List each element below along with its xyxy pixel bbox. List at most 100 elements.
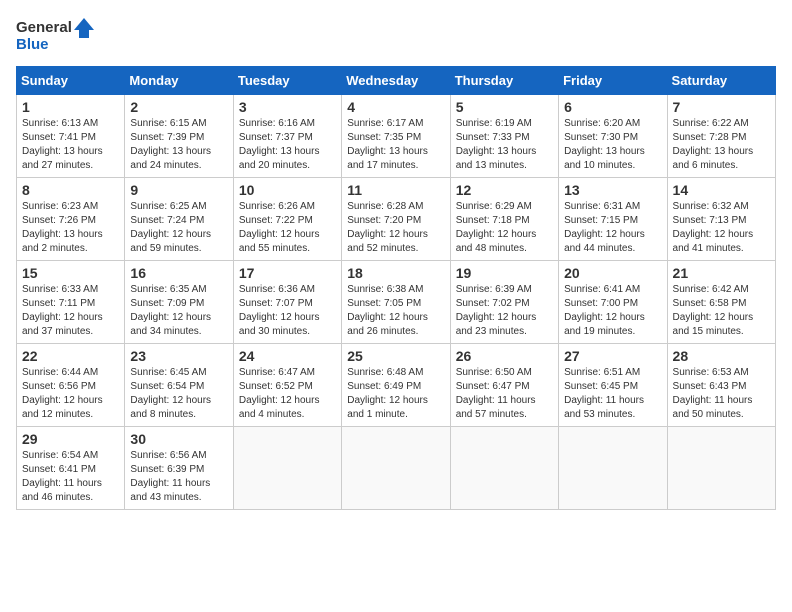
calendar-cell: 17Sunrise: 6:36 AMSunset: 7:07 PMDayligh… (233, 261, 341, 344)
day-number: 21 (673, 265, 770, 281)
calendar-cell: 4 Sunrise: 6:17 AMSunset: 7:35 PMDaylight… (342, 95, 450, 178)
day-info: Sunrise: 6:54 AMSunset: 6:41 PMDaylight:… (22, 449, 119, 505)
calendar-cell: 6 Sunrise: 6:20 AMSunset: 7:30 PMDaylight… (559, 95, 667, 178)
day-number: 4 (347, 99, 444, 115)
calendar-cell: 20Sunrise: 6:41 AMSunset: 7:00 PMDayligh… (559, 261, 667, 344)
svg-text:Blue: Blue (16, 36, 49, 53)
calendar-cell: 1 Sunrise: 6:13 AMSunset: 7:41 PMDaylight… (17, 95, 125, 178)
day-info: Sunrise: 6:47 AMSunset: 6:52 PMDaylight:… (239, 366, 336, 422)
day-info: Sunrise: 6:22 AMSunset: 7:28 PMDaylight:… (673, 117, 770, 173)
calendar-cell: 5 Sunrise: 6:19 AMSunset: 7:33 PMDaylight… (450, 95, 558, 178)
logo-icon: General Blue (16, 16, 96, 56)
day-number: 27 (564, 348, 661, 364)
day-number: 11 (347, 182, 444, 198)
calendar-cell: 26Sunrise: 6:50 AMSunset: 6:47 PMDayligh… (450, 344, 558, 427)
calendar-cell: 30 Sunrise: 6:56 AMSunset: 6:39 PMDayligh… (125, 427, 233, 510)
day-info: Sunrise: 6:50 AMSunset: 6:47 PMDaylight:… (456, 366, 553, 422)
calendar-cell: 29 Sunrise: 6:54 AMSunset: 6:41 PMDayligh… (17, 427, 125, 510)
day-number: 17 (239, 265, 336, 281)
day-info: Sunrise: 6:53 AMSunset: 6:43 PMDaylight:… (673, 366, 770, 422)
day-number: 28 (673, 348, 770, 364)
day-number: 1 (22, 99, 119, 115)
calendar-cell: 24 Sunrise: 6:47 AMSunset: 6:52 PMDayligh… (233, 344, 341, 427)
calendar-cell (559, 427, 667, 510)
day-info: Sunrise: 6:28 AMSunset: 7:20 PMDaylight:… (347, 200, 444, 256)
day-number: 6 (564, 99, 661, 115)
day-info: Sunrise: 6:17 AMSunset: 7:35 PMDaylight:… (347, 117, 444, 173)
calendar-cell: 3 Sunrise: 6:16 AMSunset: 7:37 PMDaylight… (233, 95, 341, 178)
calendar-cell: 14 Sunrise: 6:32 AMSunset: 7:13 PMDayligh… (667, 178, 775, 261)
calendar-cell: 9 Sunrise: 6:25 AMSunset: 7:24 PMDaylight… (125, 178, 233, 261)
day-number: 19 (456, 265, 553, 281)
day-number: 23 (130, 348, 227, 364)
calendar-cell: 21 Sunrise: 6:42 AMSunset: 6:58 PMDayligh… (667, 261, 775, 344)
day-number: 14 (673, 182, 770, 198)
logo: General Blue (16, 16, 96, 56)
day-info: Sunrise: 6:23 AMSunset: 7:26 PMDaylight:… (22, 200, 119, 256)
calendar-cell (233, 427, 341, 510)
day-info: Sunrise: 6:51 AMSunset: 6:45 PMDaylight:… (564, 366, 661, 422)
day-info: Sunrise: 6:48 AMSunset: 6:49 PMDaylight:… (347, 366, 444, 422)
day-number: 25 (347, 348, 444, 364)
page-header: General Blue (16, 16, 776, 56)
calendar-cell: 13 Sunrise: 6:31 AMSunset: 7:15 PMDayligh… (559, 178, 667, 261)
weekday-header: Thursday (450, 67, 558, 95)
day-number: 5 (456, 99, 553, 115)
day-info: Sunrise: 6:15 AMSunset: 7:39 PMDaylight:… (130, 117, 227, 173)
weekday-header: Saturday (667, 67, 775, 95)
day-info: Sunrise: 6:16 AMSunset: 7:37 PMDaylight:… (239, 117, 336, 173)
calendar-cell: 22 Sunrise: 6:44 AMSunset: 6:56 PMDayligh… (17, 344, 125, 427)
day-info: Sunrise: 6:35 AMSunset: 7:09 PMDaylight:… (130, 283, 227, 339)
day-number: 18 (347, 265, 444, 281)
day-info: Sunrise: 6:31 AMSunset: 7:15 PMDaylight:… (564, 200, 661, 256)
calendar-cell: 19 Sunrise: 6:39 AMSunset: 7:02 PMDayligh… (450, 261, 558, 344)
calendar-cell: 15Sunrise: 6:33 AMSunset: 7:11 PMDayligh… (17, 261, 125, 344)
calendar-table: SundayMondayTuesdayWednesdayThursdayFrid… (16, 66, 776, 510)
weekday-header: Friday (559, 67, 667, 95)
day-info: Sunrise: 6:44 AMSunset: 6:56 PMDaylight:… (22, 366, 119, 422)
day-info: Sunrise: 6:19 AMSunset: 7:33 PMDaylight:… (456, 117, 553, 173)
day-number: 13 (564, 182, 661, 198)
calendar-cell: 11 Sunrise: 6:28 AMSunset: 7:20 PMDayligh… (342, 178, 450, 261)
day-info: Sunrise: 6:26 AMSunset: 7:22 PMDaylight:… (239, 200, 336, 256)
day-number: 2 (130, 99, 227, 115)
day-number: 24 (239, 348, 336, 364)
calendar-cell (667, 427, 775, 510)
calendar-week-row: 22 Sunrise: 6:44 AMSunset: 6:56 PMDayligh… (17, 344, 776, 427)
day-info: Sunrise: 6:56 AMSunset: 6:39 PMDaylight:… (130, 449, 227, 505)
day-number: 16 (130, 265, 227, 281)
calendar-cell: 25 Sunrise: 6:48 AMSunset: 6:49 PMDayligh… (342, 344, 450, 427)
calendar-week-row: 8 Sunrise: 6:23 AMSunset: 7:26 PMDaylight… (17, 178, 776, 261)
day-info: Sunrise: 6:42 AMSunset: 6:58 PMDaylight:… (673, 283, 770, 339)
day-number: 7 (673, 99, 770, 115)
day-info: Sunrise: 6:20 AMSunset: 7:30 PMDaylight:… (564, 117, 661, 173)
calendar-cell: 18 Sunrise: 6:38 AMSunset: 7:05 PMDayligh… (342, 261, 450, 344)
weekday-header: Wednesday (342, 67, 450, 95)
calendar-cell: 10Sunrise: 6:26 AMSunset: 7:22 PMDayligh… (233, 178, 341, 261)
day-info: Sunrise: 6:25 AMSunset: 7:24 PMDaylight:… (130, 200, 227, 256)
day-info: Sunrise: 6:41 AMSunset: 7:00 PMDaylight:… (564, 283, 661, 339)
day-number: 8 (22, 182, 119, 198)
weekday-header: Sunday (17, 67, 125, 95)
day-info: Sunrise: 6:32 AMSunset: 7:13 PMDaylight:… (673, 200, 770, 256)
day-number: 9 (130, 182, 227, 198)
weekday-header: Tuesday (233, 67, 341, 95)
day-number: 30 (130, 431, 227, 447)
calendar-cell (450, 427, 558, 510)
day-info: Sunrise: 6:38 AMSunset: 7:05 PMDaylight:… (347, 283, 444, 339)
day-number: 3 (239, 99, 336, 115)
calendar-cell: 2 Sunrise: 6:15 AMSunset: 7:39 PMDaylight… (125, 95, 233, 178)
calendar-cell: 23Sunrise: 6:45 AMSunset: 6:54 PMDayligh… (125, 344, 233, 427)
day-number: 29 (22, 431, 119, 447)
calendar-cell: 27 Sunrise: 6:51 AMSunset: 6:45 PMDayligh… (559, 344, 667, 427)
calendar-cell: 12Sunrise: 6:29 AMSunset: 7:18 PMDayligh… (450, 178, 558, 261)
weekday-header-row: SundayMondayTuesdayWednesdayThursdayFrid… (17, 67, 776, 95)
day-info: Sunrise: 6:29 AMSunset: 7:18 PMDaylight:… (456, 200, 553, 256)
calendar-week-row: 1 Sunrise: 6:13 AMSunset: 7:41 PMDaylight… (17, 95, 776, 178)
day-info: Sunrise: 6:33 AMSunset: 7:11 PMDaylight:… (22, 283, 119, 339)
calendar-week-row: 29 Sunrise: 6:54 AMSunset: 6:41 PMDayligh… (17, 427, 776, 510)
day-number: 22 (22, 348, 119, 364)
day-info: Sunrise: 6:39 AMSunset: 7:02 PMDaylight:… (456, 283, 553, 339)
calendar-cell: 28 Sunrise: 6:53 AMSunset: 6:43 PMDayligh… (667, 344, 775, 427)
day-info: Sunrise: 6:13 AMSunset: 7:41 PMDaylight:… (22, 117, 119, 173)
